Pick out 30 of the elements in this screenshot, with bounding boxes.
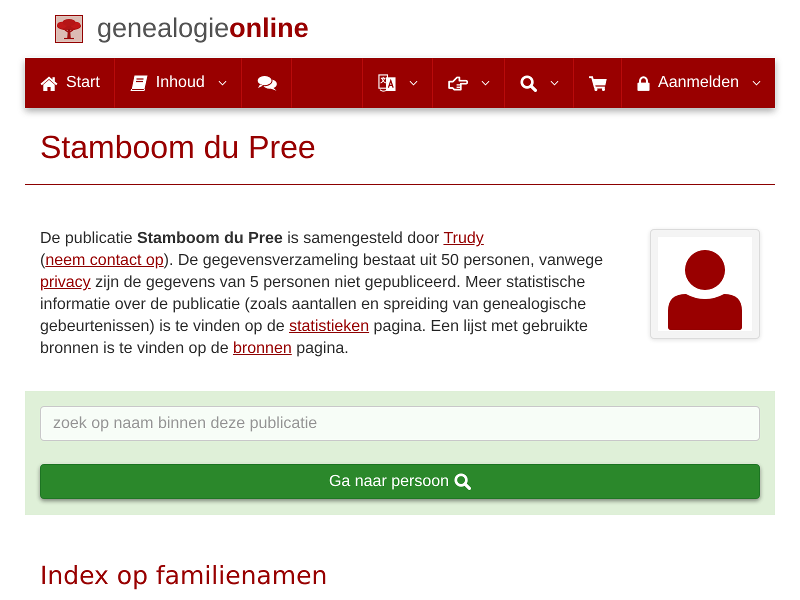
nav-link[interactable]: Inhoud (114, 58, 242, 108)
lock-icon (637, 76, 650, 90)
cart-icon (589, 76, 608, 90)
search-icon (520, 74, 538, 92)
book-icon (130, 75, 148, 91)
search-field[interactable]: zoek op naam binnen deze publicatie (40, 406, 760, 442)
caret-icon (550, 80, 560, 86)
text-link[interactable]: bronnen (233, 340, 292, 358)
text-link[interactable]: privacy (40, 274, 91, 292)
caret-icon (481, 80, 490, 86)
go-to-person-button[interactable]: Ga naar persoon (40, 464, 760, 500)
translate-icon (378, 73, 396, 93)
section-heading: Index op familienamen (40, 561, 328, 592)
text-link[interactable]: statistieken (289, 318, 370, 336)
person-icon (658, 237, 752, 332)
home-icon (40, 76, 58, 90)
chat-bubbles-icon (256, 75, 277, 91)
text-link[interactable]: Trudy (443, 230, 484, 248)
caret-icon (218, 80, 227, 86)
tree-logo-icon (55, 15, 83, 43)
nav-link[interactable]: Aanmelden (621, 58, 775, 108)
search-icon (454, 473, 472, 490)
pointing-hand-icon (448, 76, 468, 90)
caret-icon (409, 80, 418, 86)
intro-paragraph: De publicatie Stamboom du Pree is samengesteld door Trudy (neem contact op). De gegevensverzameling bestaat uit 50 personen, vanwege privacy zijn de gegevens van 5 personen niet gepubliceerd. Meer statistische informatie over de publicatie (zoals aantallen en spreiding van genealogische gebeurtenissen) is te vinden op de statistieken pagina. Een lijst met gebruikte bronnen is te vinden op de bronnen pagina. (40, 229, 604, 360)
site-logo-text[interactable]: genealogieonline (97, 14, 309, 44)
nav-link[interactable]: Start (25, 58, 115, 108)
text-link[interactable]: neem contact op (45, 252, 164, 270)
page-title: Stamboom du Pree (40, 128, 317, 166)
caret-icon (752, 80, 761, 86)
